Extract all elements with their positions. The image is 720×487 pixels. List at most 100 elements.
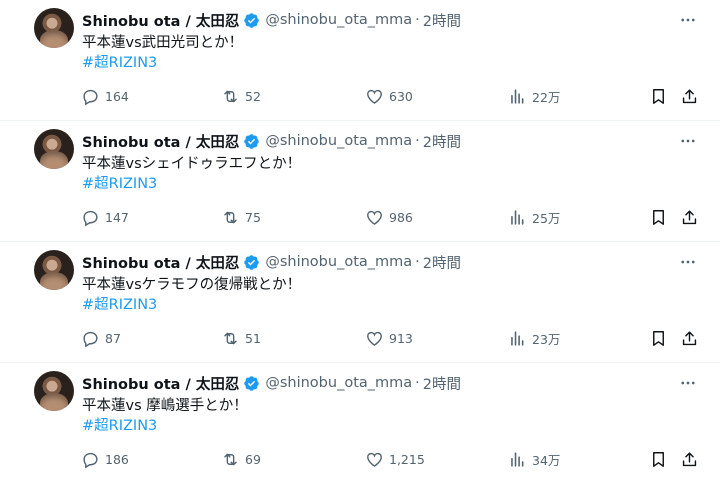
views-count: 23万 <box>532 331 561 347</box>
tweet-actions: 164 52 630 22万 <box>0 86 720 106</box>
reply-count: 186 <box>105 451 129 467</box>
author-handle[interactable]: @shinobu_ota_mma <box>265 375 412 391</box>
tweet-header: Shinobu ota / 太田忍 @shinobu_ota_mma · 2時間 <box>82 131 461 151</box>
timestamp[interactable]: 2時間 <box>423 131 461 152</box>
retweet-button[interactable]: 52 <box>221 86 261 106</box>
hashtag-link[interactable]: #超RIZIN3 <box>82 295 157 315</box>
like-count: 986 <box>389 209 413 225</box>
reply-count: 87 <box>105 330 121 346</box>
author-name[interactable]: Shinobu ota / 太田忍 <box>82 252 239 273</box>
timestamp[interactable]: 2時間 <box>423 10 461 31</box>
bookmark-button[interactable] <box>649 449 668 469</box>
share-button[interactable] <box>680 207 699 227</box>
like-button[interactable]: 630 <box>365 86 413 106</box>
avatar[interactable] <box>34 371 74 411</box>
bookmark-icon <box>653 451 664 467</box>
tweet-text: 平本蓮vsケラモフの復帰戦とか！ <box>82 277 302 293</box>
retweet-count: 51 <box>245 330 261 346</box>
views-button[interactable]: 22万 <box>508 86 560 106</box>
separator-dot: · <box>415 375 420 391</box>
reply-count: 164 <box>105 88 129 104</box>
retweet-icon <box>224 90 237 102</box>
more-options-icon[interactable] <box>678 373 698 393</box>
bookmark-icon <box>653 209 664 225</box>
like-count: 913 <box>389 330 413 346</box>
reply-count: 147 <box>105 209 129 225</box>
share-icon <box>682 209 697 224</box>
tweet-text: 平本蓮vsシェイドゥラエフとか！ <box>82 156 302 172</box>
heart-icon <box>367 210 382 225</box>
heart-icon <box>367 452 382 467</box>
retweet-button[interactable]: 75 <box>221 207 261 227</box>
like-count: 1,215 <box>389 451 425 467</box>
avatar[interactable] <box>34 8 74 48</box>
tweet-actions: 87 51 913 23万 <box>0 328 720 348</box>
like-button[interactable]: 986 <box>365 207 413 227</box>
more-options-icon[interactable] <box>678 131 698 151</box>
author-handle[interactable]: @shinobu_ota_mma <box>265 12 412 28</box>
share-button[interactable] <box>680 449 699 469</box>
reply-icon <box>83 210 98 226</box>
retweet-count: 52 <box>245 88 261 104</box>
author-name[interactable]: Shinobu ota / 太田忍 <box>82 131 239 152</box>
timeline-feed: Shinobu ota / 太田忍 @shinobu_ota_mma · 2時間… <box>0 0 720 484</box>
tweet-header: Shinobu ota / 太田忍 @shinobu_ota_mma · 2時間 <box>82 252 461 272</box>
like-button[interactable]: 1,215 <box>365 449 425 469</box>
views-button[interactable]: 23万 <box>508 328 560 348</box>
verified-badge-icon <box>244 133 260 149</box>
like-button[interactable]: 913 <box>365 328 413 348</box>
tweet-header: Shinobu ota / 太田忍 @shinobu_ota_mma · 2時間 <box>82 10 461 30</box>
avatar[interactable] <box>34 250 74 290</box>
tweet[interactable]: Shinobu ota / 太田忍 @shinobu_ota_mma · 2時間… <box>0 121 720 242</box>
reply-icon <box>83 89 98 105</box>
separator-dot: · <box>415 254 420 270</box>
more-options-icon[interactable] <box>678 10 698 30</box>
share-icon <box>682 330 697 345</box>
hashtag-link[interactable]: #超RIZIN3 <box>82 416 157 436</box>
hashtag-link[interactable]: #超RIZIN3 <box>82 174 157 194</box>
tweet-text: 平本蓮vs武田光司とか！ <box>82 35 244 51</box>
analytics-icon <box>511 330 524 346</box>
retweet-icon <box>224 211 237 223</box>
share-button[interactable] <box>680 86 699 106</box>
retweet-button[interactable]: 69 <box>221 449 261 469</box>
reply-icon <box>83 331 98 347</box>
bookmark-button[interactable] <box>649 207 668 227</box>
tweet[interactable]: Shinobu ota / 太田忍 @shinobu_ota_mma · 2時間… <box>0 0 720 121</box>
views-button[interactable]: 34万 <box>508 449 560 469</box>
author-handle[interactable]: @shinobu_ota_mma <box>265 254 412 270</box>
author-handle[interactable]: @shinobu_ota_mma <box>265 133 412 149</box>
views-button[interactable]: 25万 <box>508 207 560 227</box>
reply-button[interactable]: 186 <box>81 449 129 469</box>
timestamp[interactable]: 2時間 <box>423 252 461 273</box>
timestamp[interactable]: 2時間 <box>423 373 461 394</box>
like-count: 630 <box>389 88 413 104</box>
retweet-button[interactable]: 51 <box>221 328 261 348</box>
analytics-icon <box>511 88 524 104</box>
more-options-icon[interactable] <box>678 252 698 272</box>
heart-icon <box>367 331 382 346</box>
heart-icon <box>367 89 382 104</box>
views-count: 34万 <box>532 452 561 468</box>
share-button[interactable] <box>680 328 699 348</box>
author-name[interactable]: Shinobu ota / 太田忍 <box>82 10 239 31</box>
analytics-icon <box>511 451 524 467</box>
reply-button[interactable]: 87 <box>81 328 121 348</box>
tweet[interactable]: Shinobu ota / 太田忍 @shinobu_ota_mma · 2時間… <box>0 242 720 363</box>
author-name[interactable]: Shinobu ota / 太田忍 <box>82 373 239 394</box>
bookmark-icon <box>653 330 664 346</box>
tweet[interactable]: Shinobu ota / 太田忍 @shinobu_ota_mma · 2時間… <box>0 363 720 484</box>
bookmark-button[interactable] <box>649 328 668 348</box>
tweet-text: 平本蓮vs 摩嶋選手とか！ <box>82 398 248 414</box>
reply-button[interactable]: 147 <box>81 207 129 227</box>
views-count: 22万 <box>532 89 561 105</box>
hashtag-link[interactable]: #超RIZIN3 <box>82 53 157 73</box>
bookmark-icon <box>653 88 664 104</box>
reply-button[interactable]: 164 <box>81 86 129 106</box>
tweet-header: Shinobu ota / 太田忍 @shinobu_ota_mma · 2時間 <box>82 373 461 393</box>
separator-dot: · <box>415 133 420 149</box>
bookmark-button[interactable] <box>649 86 668 106</box>
avatar[interactable] <box>34 129 74 169</box>
retweet-count: 69 <box>245 451 261 467</box>
verified-badge-icon <box>244 375 260 391</box>
